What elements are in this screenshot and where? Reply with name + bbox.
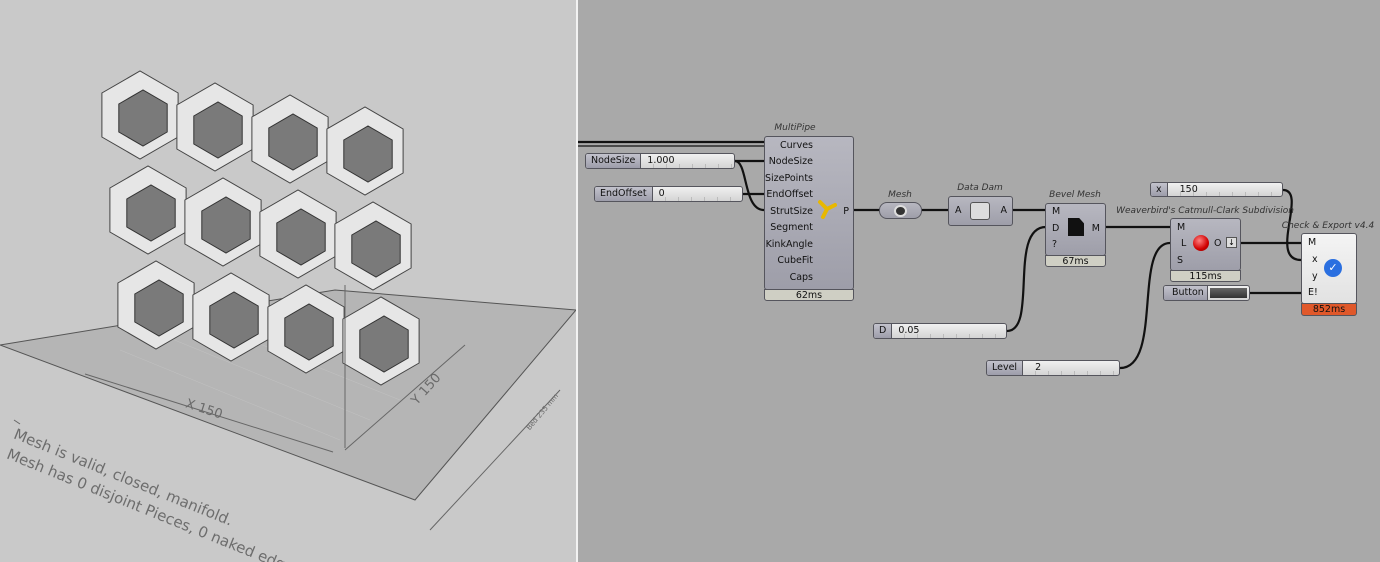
- mesh-icon: [894, 205, 907, 217]
- d-slider[interactable]: D 0.05: [873, 323, 1007, 339]
- output-a[interactable]: A: [1001, 205, 1008, 216]
- input-segment[interactable]: Segment: [770, 222, 813, 233]
- input-d[interactable]: D: [1052, 223, 1059, 234]
- graft-icon[interactable]: ↓: [1226, 237, 1237, 248]
- input-endoffset[interactable]: EndOffset: [766, 189, 813, 200]
- output-p[interactable]: P: [843, 206, 849, 217]
- input-a[interactable]: A: [955, 205, 962, 216]
- endoffset-slider[interactable]: EndOffset 0: [594, 186, 743, 202]
- input-cubefit[interactable]: CubeFit: [777, 255, 813, 266]
- input-caps[interactable]: Caps: [790, 272, 813, 283]
- mesh-title: Mesh: [888, 190, 912, 200]
- nodesize-slider[interactable]: NodeSize 1.000: [585, 153, 735, 169]
- input-m[interactable]: M: [1177, 222, 1185, 233]
- slider-value[interactable]: 0: [652, 187, 742, 201]
- input-strutsize[interactable]: StrutSize: [770, 206, 813, 217]
- slider-label: x: [1151, 183, 1168, 196]
- weaverbird-title: Weaverbird's Catmull-Clark Subdivision: [1116, 206, 1294, 216]
- input-m[interactable]: M: [1308, 237, 1316, 248]
- verified-check-icon: ✓: [1324, 259, 1342, 277]
- check-export-time: 852ms: [1301, 303, 1357, 316]
- input-curves[interactable]: Curves: [780, 140, 813, 151]
- mesh-component[interactable]: [879, 202, 922, 219]
- output-o[interactable]: O: [1214, 238, 1221, 249]
- slider-label: EndOffset: [595, 187, 653, 201]
- dam-icon: [970, 202, 990, 220]
- input-nodesize[interactable]: NodeSize: [769, 156, 813, 167]
- data-dam-component[interactable]: A A: [948, 196, 1013, 226]
- button-label: Button: [1164, 286, 1208, 300]
- weaverbird-time: 115ms: [1170, 270, 1241, 282]
- bevel-mesh-time: 67ms: [1045, 255, 1106, 267]
- grasshopper-canvas[interactable]: MultiPipe Curves NodeSize SizePoints End…: [578, 0, 1380, 562]
- wires: [578, 140, 1302, 370]
- button-face[interactable]: [1210, 288, 1247, 298]
- slider-value[interactable]: 150: [1167, 183, 1282, 196]
- rhino-viewport[interactable]: X 150 Y 150 Bed 235 mm Mesh is valid, cl…: [0, 0, 576, 562]
- bevel-mesh-title: Bevel Mesh: [1049, 190, 1101, 200]
- slider-label: D: [874, 324, 893, 338]
- input-export[interactable]: E!: [1308, 287, 1318, 298]
- button-component[interactable]: Button: [1163, 285, 1250, 301]
- slider-value[interactable]: 0.05: [892, 324, 1006, 338]
- input-kinkangle[interactable]: KinkAngle: [766, 239, 813, 250]
- weaverbird-icon: [1193, 235, 1209, 251]
- multipipe-icon: [818, 200, 837, 219]
- input-y[interactable]: y: [1312, 271, 1318, 282]
- slider-value[interactable]: 1.000: [641, 154, 734, 168]
- data-dam-title: Data Dam: [957, 183, 1003, 193]
- check-export-component[interactable]: M x y E! ✓: [1301, 233, 1357, 304]
- multipipe-component[interactable]: Curves NodeSize SizePoints EndOffset Str…: [764, 136, 854, 290]
- input-sizepoints[interactable]: SizePoints: [765, 173, 813, 184]
- input-m[interactable]: M: [1052, 206, 1060, 217]
- slider-value[interactable]: 2: [1023, 361, 1119, 375]
- level-slider[interactable]: Level 2: [986, 360, 1120, 376]
- slider-label: NodeSize: [586, 154, 642, 168]
- slider-label: Level: [987, 361, 1024, 375]
- output-m[interactable]: M: [1092, 223, 1100, 234]
- lattice-mesh: [101, 70, 420, 386]
- bevel-mesh-component[interactable]: M D ? M: [1045, 203, 1106, 256]
- weaverbird-component[interactable]: M L S O ↓: [1170, 218, 1241, 271]
- multipipe-time: 62ms: [764, 289, 854, 301]
- input-extra[interactable]: ?: [1052, 239, 1057, 250]
- multipipe-title: MultiPipe: [774, 123, 816, 133]
- check-export-title: Check & Export v4.4: [1281, 221, 1375, 231]
- input-s[interactable]: S: [1177, 255, 1183, 266]
- input-x[interactable]: x: [1312, 254, 1318, 265]
- x-slider[interactable]: x 150: [1150, 182, 1283, 197]
- input-l[interactable]: L: [1181, 238, 1186, 249]
- bevel-icon: [1068, 218, 1084, 236]
